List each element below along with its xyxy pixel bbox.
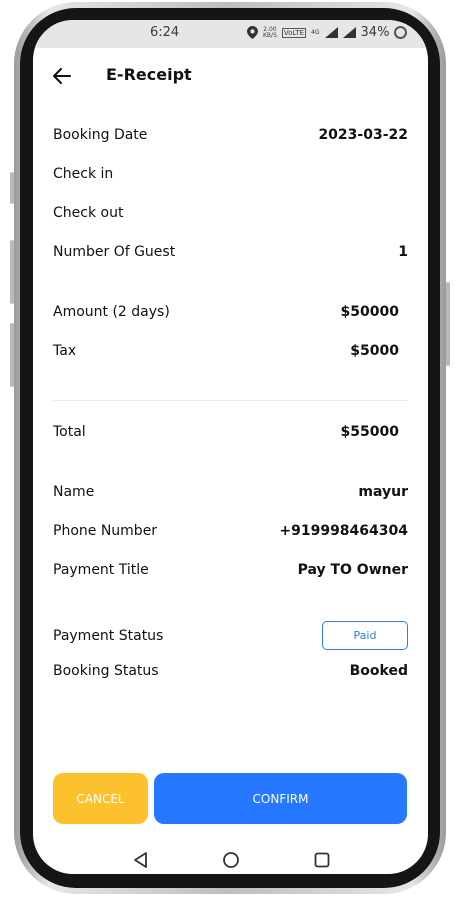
arrow-left-icon[interactable]: [52, 66, 72, 86]
signal-icon-2: [342, 27, 356, 38]
guests-value: 1: [398, 244, 408, 260]
power-button: [446, 282, 450, 366]
cancel-button[interactable]: CANCEL: [53, 773, 148, 824]
confirm-button[interactable]: CONFIRM: [154, 773, 407, 824]
status-icons: 2.00 KB/S VoLTE 4G 34%: [247, 25, 408, 40]
back-triangle-icon[interactable]: [132, 851, 150, 869]
booking-status-value: Booked: [349, 663, 408, 679]
page-title: E-Receipt: [106, 65, 192, 84]
booking-status-label: Booking Status: [53, 663, 159, 679]
header: E-Receipt: [33, 62, 428, 92]
home-circle-icon[interactable]: [222, 851, 240, 869]
amount-label: Amount (2 days): [53, 304, 170, 320]
battery-icon: [394, 26, 408, 39]
amount-row: Amount (2 days) $50000: [53, 304, 408, 326]
payment-title-row: Payment Title Pay TO Owner: [53, 562, 408, 584]
tax-value: $5000: [350, 343, 399, 359]
total-value: $55000: [340, 424, 399, 440]
status-time: 6:24: [150, 25, 180, 40]
amount-value: $50000: [340, 304, 399, 320]
status-bar: 6:24 2.00 KB/S VoLTE 4G 34%: [33, 20, 428, 48]
payment-title-label: Payment Title: [53, 562, 149, 578]
guests-label: Number Of Guest: [53, 244, 176, 260]
payment-title-value: Pay TO Owner: [297, 562, 408, 578]
phone-label: Phone Number: [53, 523, 158, 539]
total-row: Total $55000: [53, 424, 408, 446]
check-in-row: Check in: [53, 166, 408, 188]
net-speed: 2.00 KB/S: [263, 26, 277, 39]
phone-row: Phone Number +919998464304: [53, 523, 408, 545]
guests-row: Number Of Guest 1: [53, 244, 408, 266]
net-speed-unit: KB/S: [263, 31, 277, 39]
nav-bar: [33, 846, 428, 874]
booking-date-row: Booking Date 2023-03-22: [53, 127, 408, 149]
signal-label: 4G: [311, 28, 320, 36]
booking-status-row: Booking Status Booked: [53, 663, 408, 685]
screen: 6:24 2.00 KB/S VoLTE 4G 34% E-Receipt Bo…: [33, 20, 428, 874]
payment-status-row: Payment Status Paid: [53, 621, 408, 650]
volume-up-button: [10, 240, 14, 304]
check-in-label: Check in: [53, 166, 114, 182]
volume-down-button: [10, 323, 14, 387]
payment-status-badge: Paid: [322, 621, 408, 650]
phone-value: +919998464304: [279, 523, 408, 539]
name-row: Name mayur: [53, 484, 408, 506]
location-icon: [247, 26, 258, 39]
side-button: [10, 172, 14, 204]
booking-date-value: 2023-03-22: [318, 127, 408, 143]
payment-status-label: Payment Status: [53, 628, 164, 644]
battery-percent: 34%: [360, 25, 390, 40]
total-label: Total: [53, 424, 86, 440]
recents-square-icon[interactable]: [313, 851, 331, 869]
divider: [53, 400, 408, 401]
check-out-label: Check out: [53, 205, 124, 221]
signal-icon: [324, 27, 338, 38]
name-value: mayur: [358, 484, 408, 500]
check-out-row: Check out: [53, 205, 408, 227]
tax-row: Tax $5000: [53, 343, 408, 365]
volte-badge: VoLTE: [281, 27, 307, 38]
name-label: Name: [53, 484, 95, 500]
tax-label: Tax: [53, 343, 77, 359]
booking-date-label: Booking Date: [53, 127, 148, 143]
